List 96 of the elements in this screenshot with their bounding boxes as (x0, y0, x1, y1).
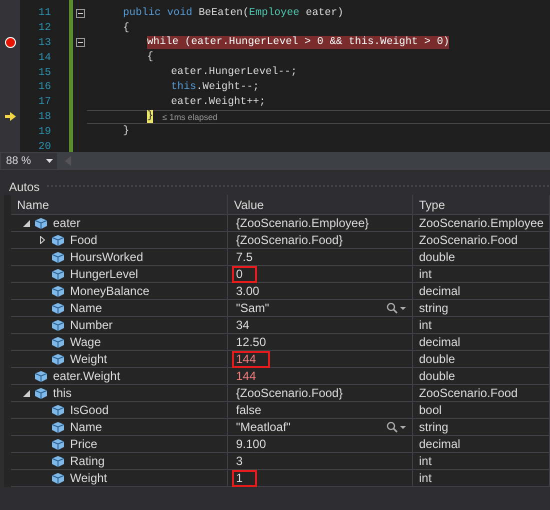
line-number: 13 (37, 36, 51, 49)
line-number: 12 (37, 22, 51, 34)
variable-value: 144 (235, 368, 258, 384)
code-line: { (147, 51, 154, 64)
cube-icon (52, 404, 64, 416)
variable-type: int (419, 471, 432, 485)
code-line: public void BeEaten(Employee eater) (123, 6, 344, 20)
expanded-icon[interactable] (23, 220, 30, 226)
cube-icon (52, 472, 64, 484)
variable-type: decimal (419, 284, 460, 298)
variable-name: Wage (70, 335, 101, 349)
column-header[interactable]: Name (11, 195, 228, 214)
column-header[interactable]: Value (228, 195, 413, 214)
cube-icon (52, 302, 64, 314)
variable-name: IsGood (70, 403, 109, 417)
variable-value: 1 (232, 470, 257, 486)
variable-name: eater.Weight (53, 369, 120, 383)
variable-type: double (419, 250, 456, 264)
variable-name: Number (70, 318, 113, 332)
breakpoint-icon[interactable] (4, 37, 16, 48)
cube-icon (52, 252, 64, 262)
elapsed-time-hint: ≤ 1ms elapsed (162, 112, 218, 122)
cube-icon (52, 438, 64, 450)
line-number: 19 (37, 126, 51, 138)
variable-value: 3 (235, 452, 244, 470)
cube-icon (52, 422, 64, 432)
line-number: 20 (37, 140, 51, 152)
code-line: } (123, 125, 130, 138)
variable-value: "Sam" (235, 300, 270, 316)
variable-name: HoursWorked (70, 250, 144, 264)
line-number: 15 (37, 66, 51, 79)
variable-type: int (419, 454, 432, 468)
variable-name: Name (70, 301, 102, 315)
variable-type: ZooScenario.Employee (419, 216, 544, 230)
variable-value: {ZooScenario.Employee} (235, 214, 370, 232)
variable-type: int (419, 267, 432, 281)
variable-name: Food (70, 233, 98, 247)
code-line: this.Weight--; (171, 80, 260, 94)
variable-value: 144 (232, 350, 270, 368)
cube-icon (52, 456, 64, 466)
cube-icon (52, 234, 64, 246)
cube-icon (35, 370, 47, 382)
visualizer-button[interactable] (386, 302, 406, 314)
line-number: 16 (37, 81, 51, 94)
cube-icon (52, 320, 64, 330)
cube-icon (35, 218, 47, 228)
collapse-icon[interactable] (76, 8, 84, 18)
code-line: eater.HungerLevel--; (171, 66, 298, 80)
variable-value: "Meatloaf" (235, 418, 292, 436)
variable-name: this (53, 386, 72, 400)
collapsed-icon[interactable] (40, 236, 45, 244)
variable-name: eater (53, 216, 80, 230)
cube-icon (52, 286, 64, 296)
variable-value: 7.5 (235, 248, 254, 266)
variable-value: 3.00 (235, 282, 260, 300)
cube-icon (52, 268, 64, 280)
line-number: 11 (37, 7, 51, 20)
variable-type: decimal (419, 335, 460, 349)
variable-name: Weight (70, 352, 108, 366)
variable-value: 34 (235, 316, 250, 334)
variable-name: MoneyBalance (70, 284, 150, 298)
variable-value: 9.100 (235, 436, 268, 452)
variable-type: int (419, 318, 432, 332)
zoom-dropdown[interactable]: 88 % (1, 153, 57, 169)
variable-name: HungerLevel (70, 267, 138, 281)
variable-type: string (419, 301, 448, 315)
line-number: 14 (37, 52, 51, 64)
variable-name: Price (70, 437, 98, 451)
variable-type: ZooScenario.Food (419, 386, 518, 400)
variable-value: 0 (232, 266, 257, 282)
cube-icon (52, 354, 64, 364)
variable-type: decimal (419, 437, 460, 451)
variable-value: {ZooScenario.Food} (235, 232, 344, 248)
variable-type: double (419, 352, 456, 366)
variable-type: bool (419, 403, 442, 417)
line-number: 17 (37, 96, 51, 108)
variable-value: false (235, 402, 262, 418)
variable-value: {ZooScenario.Food} (235, 384, 344, 402)
variable-type: double (419, 369, 456, 383)
variable-name: Rating (70, 454, 105, 468)
variable-name: Weight (70, 471, 108, 485)
cube-icon (35, 388, 47, 398)
variable-type: ZooScenario.Food (419, 233, 518, 247)
visualizer-button[interactable] (386, 421, 406, 433)
code-line: { (123, 22, 130, 35)
collapse-icon[interactable] (76, 38, 84, 48)
variable-type: string (419, 420, 448, 434)
cube-icon (52, 336, 64, 348)
variable-value: 12.50 (235, 334, 268, 350)
caret-icon (46, 159, 53, 163)
panel-title: Autos (9, 180, 40, 194)
code-line: eater.Weight++; (171, 96, 266, 109)
variable-name: Name (70, 420, 102, 434)
column-header[interactable]: Type (413, 195, 550, 214)
expanded-icon[interactable] (23, 390, 30, 396)
line-number: 18 (37, 110, 51, 123)
